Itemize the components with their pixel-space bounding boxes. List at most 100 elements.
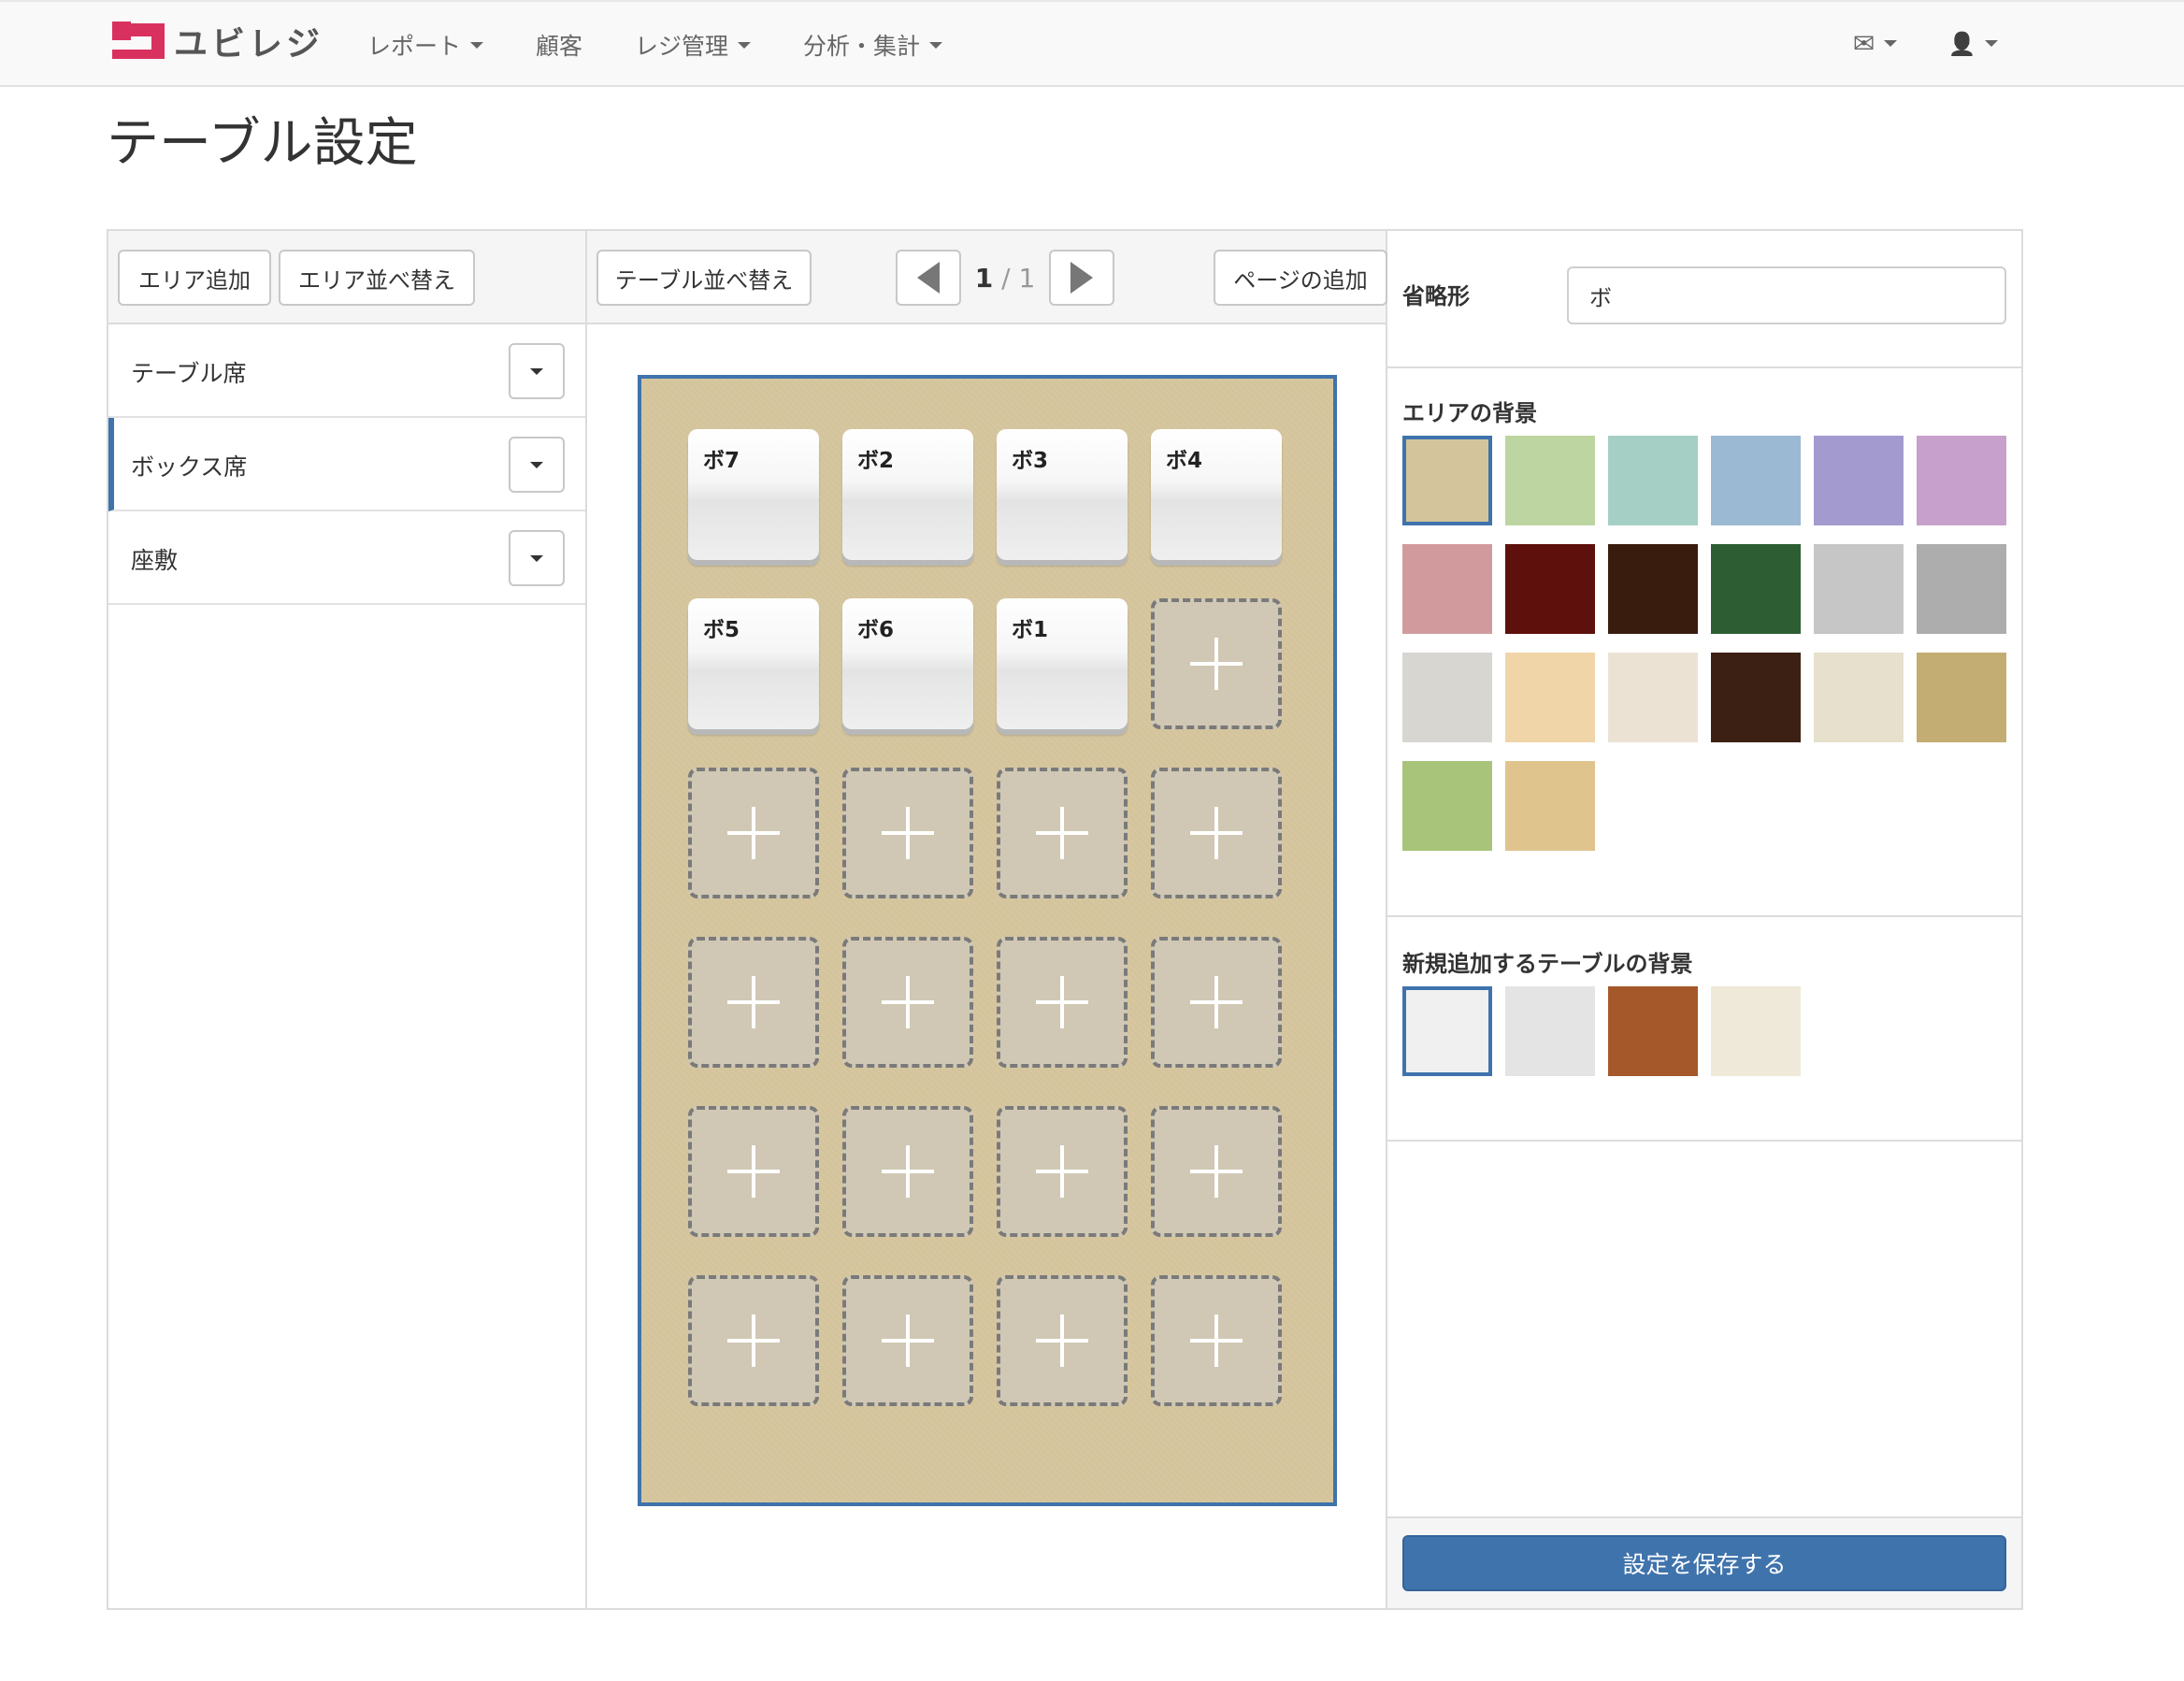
table-background-swatch[interactable] [1711,986,1801,1076]
table-label: ボ6 [857,618,895,642]
abbreviation-label: 省略形 [1402,283,1470,309]
area-background-swatch[interactable] [1402,761,1492,851]
table-tile[interactable]: ボ7 [688,429,819,560]
plus-icon [1036,976,1088,1028]
add-table-slot[interactable] [842,1275,973,1406]
area-toolbar: エリア追加 エリア並べ替え [108,231,585,324]
table-layout-column: テーブル並べ替え 1 / 1 ページの追加 ボ7 ボ2 ボ3 ボ4 ボ5 ボ6 ボ1 [587,231,1387,1608]
table-tile[interactable]: ボ4 [1151,429,1282,560]
plus-icon [1190,807,1243,859]
area-background-swatch[interactable] [1917,436,2006,525]
plus-icon [1036,807,1088,859]
area-background-swatch[interactable] [1505,761,1595,851]
page-separator: / [1001,262,1011,294]
current-page: 1 [974,262,994,294]
area-background-swatch[interactable] [1402,544,1492,634]
table-tile[interactable]: ボ3 [997,429,1128,560]
area-background-swatch[interactable] [1608,653,1698,742]
table-background-swatch[interactable] [1505,986,1595,1076]
caret-down-icon [530,461,543,468]
prev-page-button[interactable] [896,250,961,306]
area-item-box[interactable]: ボックス席 [108,418,585,511]
add-table-slot[interactable] [688,1106,819,1237]
sort-tables-button[interactable]: テーブル並べ替え [596,250,812,306]
mail-menu[interactable]: ✉ [1853,28,1898,59]
area-background-swatch[interactable] [1814,436,1904,525]
layout-toolbar: テーブル並べ替え 1 / 1 ページの追加 [587,231,1387,324]
table-tile[interactable]: ボ1 [997,598,1128,729]
add-table-slot[interactable] [1151,1106,1282,1237]
table-tile[interactable]: ボ2 [842,429,973,560]
plus-icon [727,976,780,1028]
table-tile[interactable]: ボ5 [688,598,819,729]
add-table-slot[interactable] [997,1275,1128,1406]
area-label: 座敷 [131,547,179,574]
area-dropdown-button[interactable] [509,530,565,586]
area-background-swatch[interactable] [1814,653,1904,742]
nav-item-customers[interactable]: 顧客 [536,28,582,62]
area-item-zashiki[interactable]: 座敷 [108,511,585,605]
table-label: ボ7 [703,449,740,473]
area-background-swatch[interactable] [1505,544,1595,634]
table-background-label: 新規追加するテーブルの背景 [1402,951,1693,977]
area-background-swatch[interactable] [1711,436,1801,525]
area-background-swatch[interactable] [1402,436,1492,525]
table-label: ボ5 [703,618,740,642]
area-background-section: エリアの背景 [1387,368,2021,917]
add-table-slot[interactable] [997,768,1128,898]
add-table-slot[interactable] [688,768,819,898]
abbreviation-section: 省略形 [1387,231,2021,368]
plus-icon [1190,1145,1243,1198]
area-item-table[interactable]: テーブル席 [108,324,585,418]
table-background-swatch[interactable] [1608,986,1698,1076]
add-table-slot[interactable] [688,937,819,1068]
table-background-swatch[interactable] [1402,986,1492,1076]
add-table-slot[interactable] [842,1106,973,1237]
table-label: ボ2 [857,449,895,473]
area-dropdown-button[interactable] [509,437,565,493]
add-table-slot[interactable] [1151,937,1282,1068]
add-page-button[interactable]: ページの追加 [1214,250,1387,306]
mail-icon: ✉ [1853,28,1875,59]
plus-icon [1190,976,1243,1028]
area-dropdown-button[interactable] [509,343,565,399]
area-background-swatch[interactable] [1814,544,1904,634]
add-table-slot[interactable] [997,937,1128,1068]
add-table-slot[interactable] [842,937,973,1068]
area-background-swatch[interactable] [1711,653,1801,742]
area-background-swatch[interactable] [1917,653,2006,742]
area-background-swatch[interactable] [1917,544,2006,634]
table-tile[interactable]: ボ6 [842,598,973,729]
sort-areas-button[interactable]: エリア並べ替え [279,250,475,306]
area-label: ボックス席 [131,453,248,481]
area-background-swatch[interactable] [1505,653,1595,742]
area-background-swatch[interactable] [1608,436,1698,525]
plus-icon [1036,1145,1088,1198]
next-page-button[interactable] [1049,250,1114,306]
settings-column: 省略形 エリアの背景 新規追加するテーブルの背景 設定を保存する [1387,231,2021,1608]
caret-down-icon [470,41,484,49]
area-background-swatch[interactable] [1402,653,1492,742]
nav-item-label: 分析・集計 [803,33,921,60]
add-table-slot[interactable] [1151,598,1282,729]
save-settings-button[interactable]: 設定を保存する [1402,1535,2006,1591]
nav-item-report[interactable]: レポート [367,28,484,62]
add-table-slot[interactable] [1151,1275,1282,1406]
add-table-slot[interactable] [997,1106,1128,1237]
add-table-slot[interactable] [1151,768,1282,898]
plus-icon [727,1145,780,1198]
add-table-slot[interactable] [688,1275,819,1406]
add-area-button[interactable]: エリア追加 [118,250,271,306]
brand-logo[interactable]: ユビレジ [112,21,323,64]
add-table-slot[interactable] [842,768,973,898]
nav-item-analytics[interactable]: 分析・集計 [803,28,943,62]
logo-mark-icon [112,22,165,61]
area-background-swatch[interactable] [1711,544,1801,634]
area-background-swatch[interactable] [1608,544,1698,634]
user-menu[interactable]: 👤 [1947,28,1999,59]
table-layout-canvas: ボ7 ボ2 ボ3 ボ4 ボ5 ボ6 ボ1 [638,375,1337,1506]
plus-icon [882,1145,934,1198]
abbreviation-input[interactable] [1567,266,2006,324]
area-background-swatch[interactable] [1505,436,1595,525]
nav-item-register[interactable]: レジ管理 [635,28,752,62]
